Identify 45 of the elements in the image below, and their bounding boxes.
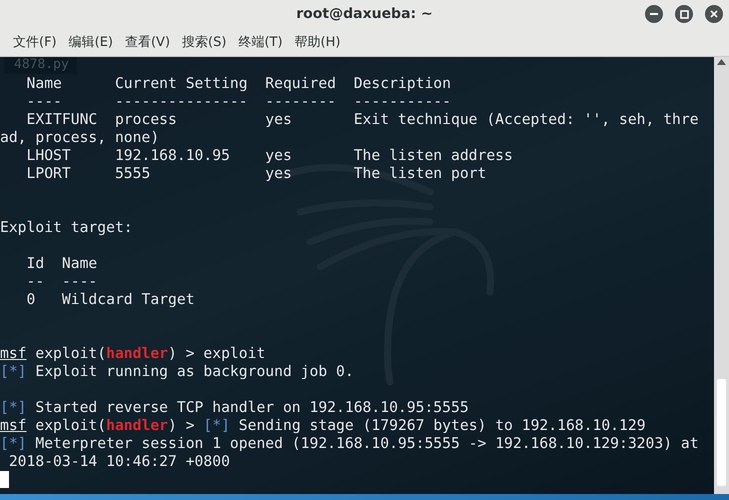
terminal-text: 0 Wildcard Target <box>26 291 195 308</box>
menu-item[interactable]: 编辑(E) <box>64 30 118 54</box>
terminal-text: exploit( <box>34 345 106 362</box>
maximize-button[interactable] <box>675 5 693 23</box>
status-marker: [*] <box>203 417 230 434</box>
scrollbar-thumb[interactable] <box>717 379 726 486</box>
terminal-text: Meterpreter session 1 opened (192.168.10.95:5555 -> 192.168.10.129:3203) at <box>34 435 699 452</box>
terminal-text: Exploit running as background job 0. <box>34 363 354 380</box>
menu-item[interactable]: 终端(T) <box>233 30 288 54</box>
terminal-text: -- ---- <box>26 273 98 290</box>
terminal-text: ---- --------------- -------- ----------- <box>26 93 451 110</box>
menu-item[interactable]: 文件(F) <box>8 30 62 54</box>
terminal-text: ad, process, none) <box>0 129 160 146</box>
minimize-button[interactable] <box>645 5 663 23</box>
terminal-text: LHOST 192.168.10.95 yes The listen address <box>26 147 513 164</box>
maximize-icon <box>680 10 688 18</box>
status-marker: [*] <box>0 399 27 416</box>
terminal-text: EXITFUNC process yes Exit technique (Accepted: '', seh, thre <box>26 111 699 128</box>
tab-label: 4878.py <box>4 57 77 74</box>
terminal-text: exploit( <box>34 417 106 434</box>
close-button[interactable] <box>705 5 723 23</box>
module-name: handler <box>106 345 168 362</box>
terminal-text: Exploit target: <box>0 219 133 236</box>
menu-item[interactable]: 搜索(S) <box>177 30 232 54</box>
menu-item[interactable]: 帮助(H) <box>290 30 346 54</box>
terminal-text: 2018-03-14 10:46:27 +0800 <box>8 453 230 470</box>
terminal-text: Name Current Setting Required Description <box>26 75 451 92</box>
terminal-text: Sending stage (179267 bytes) to 192.168.10.129 <box>238 417 646 434</box>
prompt-text: msf <box>0 417 27 434</box>
text-cursor <box>0 471 9 488</box>
menu-item[interactable]: 查看(V) <box>120 30 176 54</box>
terminal-text: ) > <box>168 417 196 434</box>
scrollbar[interactable] <box>714 57 729 494</box>
terminal-text: LPORT 5555 yes The listen port <box>26 165 486 182</box>
scroll-up-arrow-icon[interactable] <box>717 59 726 65</box>
terminal-text: Id Name <box>26 255 98 272</box>
prompt-text: msf <box>0 345 27 362</box>
close-icon <box>710 10 718 18</box>
terminal-text: ) > exploit <box>168 345 266 362</box>
terminal-text: Started reverse TCP handler on 192.168.10.95:5555 <box>34 399 469 416</box>
module-name: handler <box>106 417 168 434</box>
minimize-icon <box>650 13 658 15</box>
status-marker: [*] <box>0 435 27 452</box>
status-marker: [*] <box>0 363 27 380</box>
window-title: root@daxueba: ~ <box>296 6 433 22</box>
